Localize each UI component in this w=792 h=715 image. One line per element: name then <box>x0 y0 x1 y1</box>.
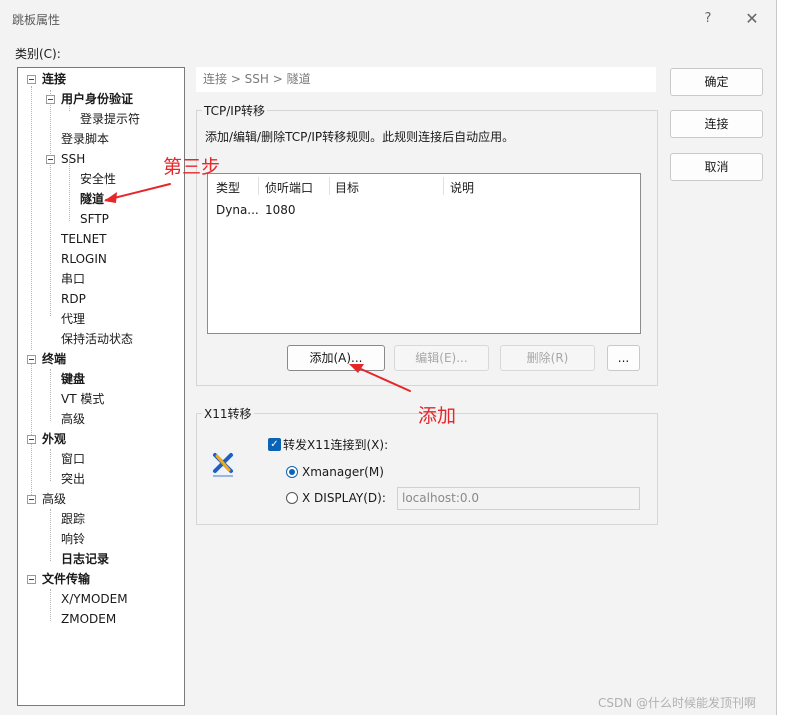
annotation-arrows <box>104 183 411 392</box>
watermark: CSDN @什么时候能发顶刊啊 <box>598 696 757 710</box>
arrowhead <box>104 192 117 203</box>
